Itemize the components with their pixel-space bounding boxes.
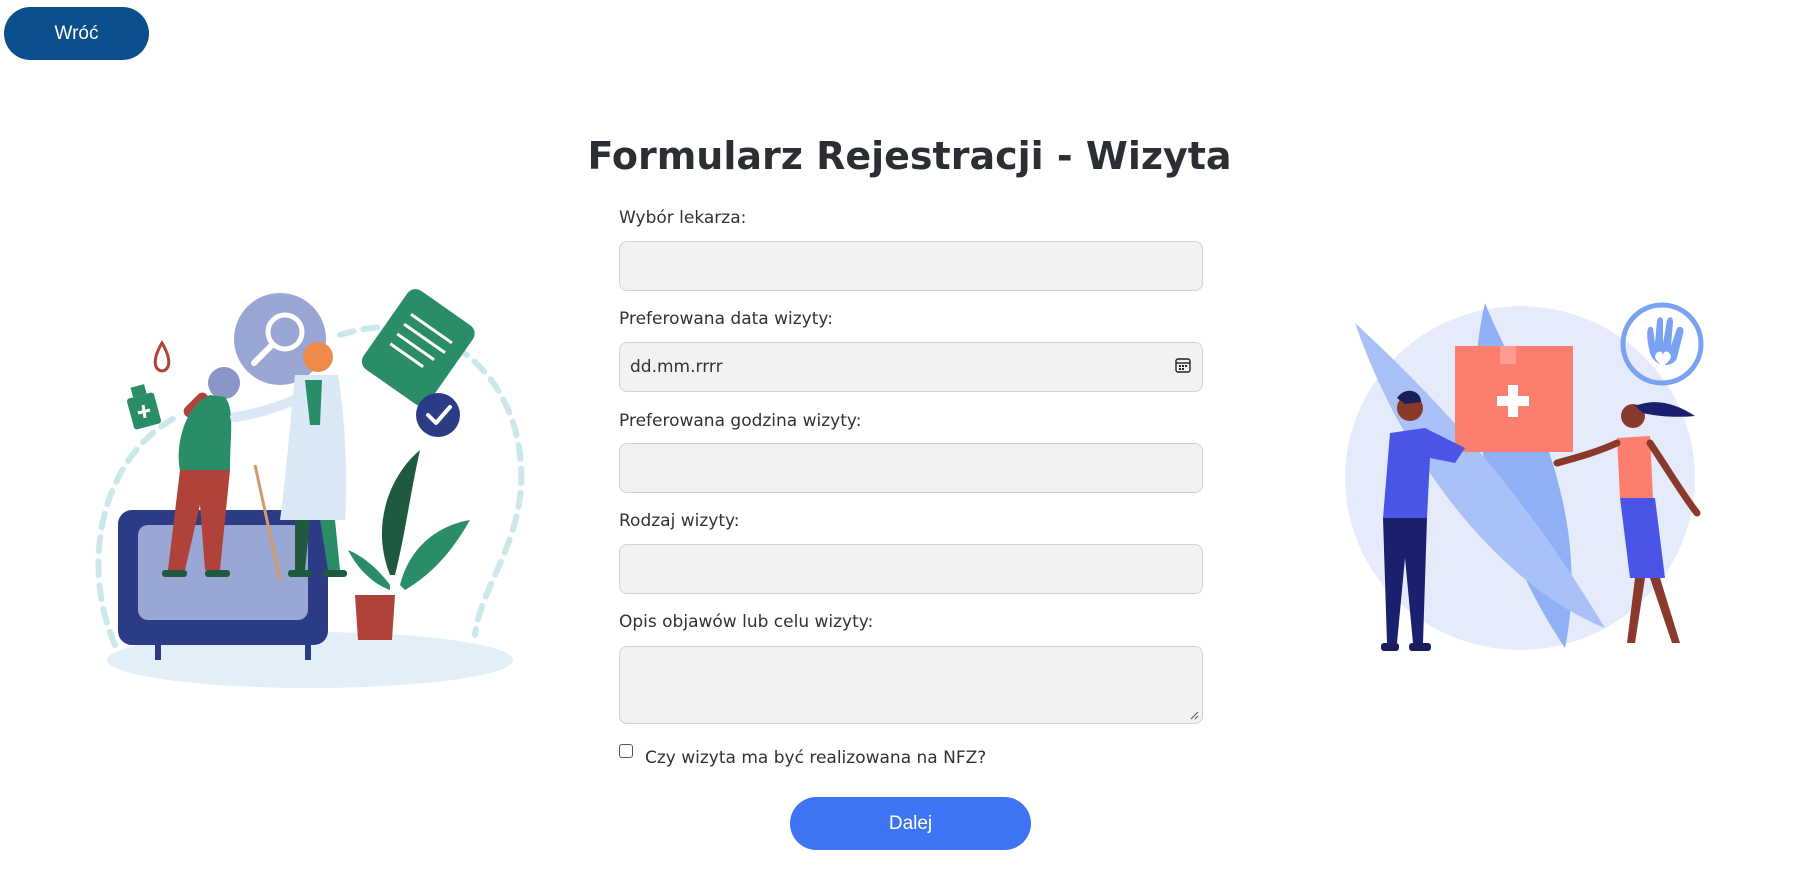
visit-type-select[interactable]: [619, 544, 1203, 594]
next-button[interactable]: Dalej: [790, 797, 1031, 850]
description-textarea[interactable]: [619, 646, 1203, 724]
date-input[interactable]: dd.mm.rrrr: [619, 342, 1203, 392]
doctor-label: Wybór lekarza:: [619, 208, 747, 228]
resize-grip-icon[interactable]: [1189, 710, 1199, 720]
time-label: Preferowana godzina wizyty:: [619, 411, 862, 431]
type-label: Rodzaj wizyty:: [619, 511, 740, 531]
left-illustration: [95, 289, 525, 688]
calendar-icon[interactable]: [1174, 356, 1192, 379]
description-label: Opis objawów lub celu wizyty:: [619, 612, 874, 632]
time-input[interactable]: [619, 443, 1203, 493]
date-placeholder: dd.mm.rrrr: [630, 357, 723, 377]
doctor-select[interactable]: [619, 241, 1203, 291]
nfz-label[interactable]: Czy wizyta ma być realizowana na NFZ?: [645, 748, 986, 768]
right-illustration: [1345, 302, 1704, 651]
back-button[interactable]: Wróć: [4, 7, 149, 60]
date-label: Preferowana data wizyty:: [619, 309, 833, 329]
nfz-checkbox[interactable]: [619, 744, 633, 758]
page-title: Formularz Rejestracji - Wizyta: [587, 134, 1232, 178]
